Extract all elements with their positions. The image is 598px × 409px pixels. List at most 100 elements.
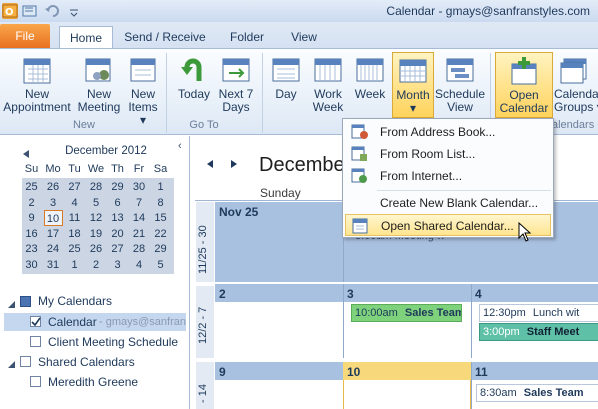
mini-calendar-day[interactable]: 27: [108, 241, 127, 257]
mini-calendar-day[interactable]: 20: [108, 226, 127, 242]
client-meeting-schedule-label[interactable]: Client Meeting Schedule: [48, 335, 178, 349]
mini-calendar-day[interactable]: 17: [44, 226, 63, 242]
weekday-label: We: [87, 163, 105, 175]
mini-calendar-day[interactable]: 31: [44, 257, 63, 273]
mini-calendar-day[interactable]: 26: [87, 241, 106, 257]
mini-calendar-day[interactable]: 30: [22, 257, 41, 273]
next-7-days-icon: [221, 55, 251, 85]
tab-folder[interactable]: Folder: [220, 26, 274, 48]
mini-calendar-day[interactable]: 5: [87, 195, 106, 211]
mini-calendar-day[interactable]: 13: [108, 210, 127, 226]
prev-month-arrow-icon[interactable]: [22, 148, 30, 158]
open-calendar-button[interactable]: Open Calendar ▾: [495, 52, 553, 128]
mini-calendar-day[interactable]: 27: [65, 179, 84, 195]
my-calendars-heading[interactable]: My Calendars: [38, 294, 112, 308]
mini-calendar-day[interactable]: 29: [108, 179, 127, 195]
expand-triangle-icon[interactable]: [8, 358, 16, 368]
mini-calendar-day[interactable]: 9: [22, 210, 41, 226]
schedule-view-button[interactable]: Schedule View: [434, 55, 486, 114]
send-receive-icon[interactable]: [22, 3, 38, 19]
next-7-days-button[interactable]: Next 7 Days: [216, 55, 256, 114]
week-label: Week: [354, 87, 386, 101]
mini-calendar-day[interactable]: 2: [22, 195, 41, 211]
mini-calendar-day[interactable]: 19: [87, 226, 106, 242]
appointment-lunch[interactable]: 12:30pm Lunch wit: [479, 304, 598, 322]
appointment-time: 3:00pm: [483, 326, 520, 338]
forward-arrow-icon[interactable]: [230, 158, 238, 168]
meredith-greene-checkbox[interactable]: [30, 376, 41, 387]
mini-calendar-day[interactable]: 4: [130, 257, 149, 273]
mouse-pointer-icon: [518, 221, 532, 242]
today-button[interactable]: Today: [172, 55, 216, 101]
week-view-button[interactable]: Week: [352, 55, 388, 101]
mini-calendar-day[interactable]: 30: [130, 179, 149, 195]
mini-calendar-day[interactable]: 3: [108, 257, 127, 273]
mini-calendar-day[interactable]: 21: [130, 226, 149, 242]
mini-calendar-day[interactable]: 1: [151, 179, 170, 195]
mini-calendar-day[interactable]: 28: [130, 241, 149, 257]
mini-calendar-day[interactable]: 2: [87, 257, 106, 273]
tab-send-receive[interactable]: Send / Receive: [121, 26, 209, 48]
mini-calendar-day[interactable]: 29: [151, 241, 170, 257]
collapse-pane-chevron-icon[interactable]: ‹: [178, 140, 188, 152]
tab-view[interactable]: View: [282, 26, 326, 48]
mini-calendar-day[interactable]: 25: [22, 179, 41, 195]
shared-calendars-heading[interactable]: Shared Calendars: [38, 355, 135, 369]
client-meeting-checkbox[interactable]: [30, 336, 41, 347]
mini-calendar-day[interactable]: 5: [151, 257, 170, 273]
menu-item-from-room-list[interactable]: From Room List...: [343, 143, 553, 165]
shared-calendars-checkbox[interactable]: [20, 356, 31, 367]
my-calendars-checkbox[interactable]: [20, 296, 31, 307]
meredith-greene-calendar-label[interactable]: Meredith Greene: [48, 375, 138, 389]
expand-triangle-icon[interactable]: [8, 298, 16, 308]
week-label: 12/2 - 7: [197, 306, 209, 344]
new-meeting-button[interactable]: New Meeting: [74, 55, 124, 114]
month-view-button[interactable]: Month ▾: [392, 52, 434, 118]
mini-calendar-day[interactable]: 26: [44, 179, 63, 195]
mini-calendar-day[interactable]: 25: [65, 241, 84, 257]
new-appointment-line2: Appointment: [3, 100, 71, 114]
menu-item-from-address-book[interactable]: From Address Book...: [343, 121, 553, 143]
appointment-time: 10:00am: [355, 307, 398, 319]
menu-item-from-internet[interactable]: From Internet...: [343, 165, 553, 187]
address-book-icon: [351, 124, 368, 140]
mini-calendar-day[interactable]: 22: [151, 226, 170, 242]
new-appointment-button[interactable]: New Appointment: [2, 55, 72, 114]
mini-calendar-day[interactable]: 16: [22, 226, 41, 242]
mini-calendar-day[interactable]: 15: [151, 210, 170, 226]
mini-calendar-day-today[interactable]: 10: [43, 210, 63, 226]
menu-item-label: From Address Book...: [380, 125, 496, 139]
appointment-sales-team[interactable]: 8:30am Sales Team: [476, 384, 598, 402]
menu-item-create-new-blank-calendar[interactable]: Create New Blank Calendar...: [343, 192, 553, 214]
mini-calendar-day[interactable]: 6: [108, 195, 127, 211]
calendar-groups-button[interactable]: Calendar Groups ▾: [554, 55, 598, 114]
mini-calendar-day[interactable]: 12: [87, 210, 106, 226]
mini-calendar-day[interactable]: 11: [65, 210, 84, 226]
mini-calendar-day[interactable]: 4: [65, 195, 84, 211]
today-cell[interactable]: [343, 380, 471, 409]
month-view-icon: [398, 56, 428, 86]
mini-calendar-day[interactable]: 24: [44, 241, 63, 257]
date-label: 2: [219, 287, 226, 301]
mini-calendar-day[interactable]: 23: [22, 241, 41, 257]
work-week-button[interactable]: Work Week: [308, 55, 348, 114]
mini-calendar-day[interactable]: 7: [130, 195, 149, 211]
customize-qat-icon[interactable]: [66, 3, 82, 19]
mini-calendar-day[interactable]: 3: [44, 195, 63, 211]
mini-calendar-day[interactable]: 1: [65, 257, 84, 273]
undo-icon[interactable]: [44, 3, 60, 19]
mini-calendar-day[interactable]: 14: [130, 210, 149, 226]
appointment-time: 12:30pm: [483, 307, 526, 319]
calendar-checkbox[interactable]: [30, 316, 41, 327]
new-items-button[interactable]: New Items ▾: [124, 55, 162, 127]
tab-home[interactable]: Home: [59, 26, 113, 48]
back-arrow-icon[interactable]: [206, 158, 214, 168]
mini-calendar-day[interactable]: 28: [87, 179, 106, 195]
tab-file[interactable]: File: [0, 24, 50, 48]
appointment-staff-meeting[interactable]: 3:00pm Staff Meet: [479, 323, 598, 341]
calendar-folder-label[interactable]: Calendar: [48, 315, 97, 329]
appointment-sales-team[interactable]: 10:00am Sales Team: [351, 304, 462, 322]
mini-calendar-day[interactable]: 18: [65, 226, 84, 242]
day-view-button[interactable]: Day: [268, 55, 304, 101]
mini-calendar-day[interactable]: 8: [151, 195, 170, 211]
